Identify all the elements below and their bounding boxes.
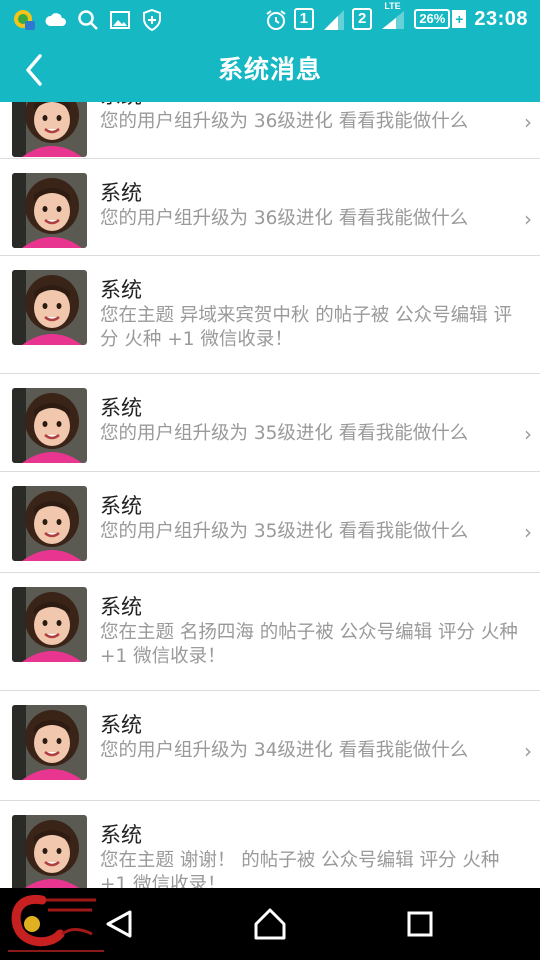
status-bar: 1 2 LTE 26% + 23:08 (0, 0, 540, 38)
page-title: 系统消息 (217, 55, 322, 84)
message-text: 您在主题 谢谢！ 的帖子被 公众号编辑 评分 火种 +1 微信收录！ (100, 850, 500, 888)
chevron-right-icon[interactable]: › (524, 422, 532, 446)
message-sender: 系统 (100, 102, 142, 110)
message-sender: 系统 (100, 278, 142, 302)
chevron-right-icon[interactable]: › (524, 207, 532, 231)
chevron-right-icon[interactable]: › (524, 110, 532, 134)
message-sender: 系统 (100, 595, 142, 619)
header-bar: 系统消息 (0, 38, 540, 102)
message-list[interactable]: 系统您的用户组升级为 36级进化 看看我能做什么› 系统您的用户组升级为 36级… (0, 102, 540, 888)
message-sender: 系统 (100, 396, 142, 420)
message-text: 您的用户组升级为 35级进化 看看我能做什么 (100, 423, 469, 444)
message-item[interactable]: 系统您在主题 异域来宾贺中秋 的帖子被 公众号编辑 评分 火种 +1 微信收录！ (0, 256, 540, 374)
message-sender: 系统 (100, 181, 142, 205)
recents-icon (407, 911, 433, 937)
battery-indicator: 26% (414, 9, 451, 29)
app-logo (6, 890, 106, 956)
message-sender: 系统 (100, 494, 142, 518)
recents-nav-button[interactable] (400, 904, 440, 944)
avatar[interactable] (12, 102, 87, 157)
avatar[interactable] (12, 270, 87, 345)
search-icon (76, 8, 98, 30)
message-text: 您在主题 名扬四海 的帖子被 公众号编辑 评分 火种 +1 微信收录！ (100, 622, 518, 667)
avatar[interactable] (12, 815, 87, 888)
message-item[interactable]: 系统您的用户组升级为 35级进化 看看我能做什么 › (0, 472, 540, 573)
message-item[interactable]: 系统您的用户组升级为 36级进化 看看我能做什么 › (0, 102, 540, 159)
avatar[interactable] (12, 486, 87, 561)
message-item[interactable]: 系统您的用户组升级为 36级进化 看看我能做什么 › (0, 159, 540, 256)
chevron-right-icon[interactable]: › (524, 520, 532, 544)
sim1-indicator: 1 (293, 8, 314, 30)
message-item[interactable]: 系统您在主题 名扬四海 的帖子被 公众号编辑 评分 火种 +1 微信收录！ (0, 573, 540, 691)
message-text: 您在主题 异域来宾贺中秋 的帖子被 公众号编辑 评分 火种 +1 微信收录！ (100, 305, 513, 350)
message-text: 您的用户组升级为 35级进化 看看我能做什么 (100, 521, 469, 542)
charging-icon: + (452, 10, 467, 28)
chevron-right-icon[interactable]: › (524, 739, 532, 763)
home-nav-button[interactable] (250, 904, 290, 944)
avatar[interactable] (12, 173, 87, 248)
network-type: LTE (384, 1, 401, 11)
image-icon (108, 8, 130, 30)
message-text: 您的用户组升级为 36级进化 看看我能做什么 (100, 208, 469, 229)
avatar[interactable] (12, 705, 87, 780)
home-icon (254, 908, 286, 940)
triangle-back-icon (106, 910, 132, 938)
message-item[interactable]: 系统您的用户组升级为 34级进化 看看我能做什么 › (0, 691, 540, 801)
system-navigation-bar (0, 888, 540, 960)
signal-lte-icon: LTE (380, 1, 406, 31)
back-nav-button[interactable] (100, 904, 140, 944)
message-item[interactable]: 系统您的用户组升级为 35级进化 看看我能做什么 › (0, 374, 540, 472)
avatar[interactable] (12, 587, 87, 662)
sim2-indicator: 2 (351, 8, 373, 30)
message-sender: 系统 (100, 713, 142, 737)
cloud-icon (44, 8, 66, 30)
clock: 23:08 (474, 7, 528, 30)
signal-icon (322, 8, 344, 30)
avatar[interactable] (12, 388, 87, 463)
alarm-icon (264, 8, 286, 30)
shield-icon (140, 8, 162, 32)
app-notification-icon (12, 8, 35, 30)
message-sender: 系统 (100, 823, 142, 847)
message-text: 您的用户组升级为 36级进化 看看我能做什么 (100, 111, 469, 132)
message-item[interactable]: 系统您在主题 谢谢！ 的帖子被 公众号编辑 评分 火种 +1 微信收录！ (0, 801, 540, 888)
message-text: 您的用户组升级为 34级进化 看看我能做什么 (100, 740, 469, 761)
